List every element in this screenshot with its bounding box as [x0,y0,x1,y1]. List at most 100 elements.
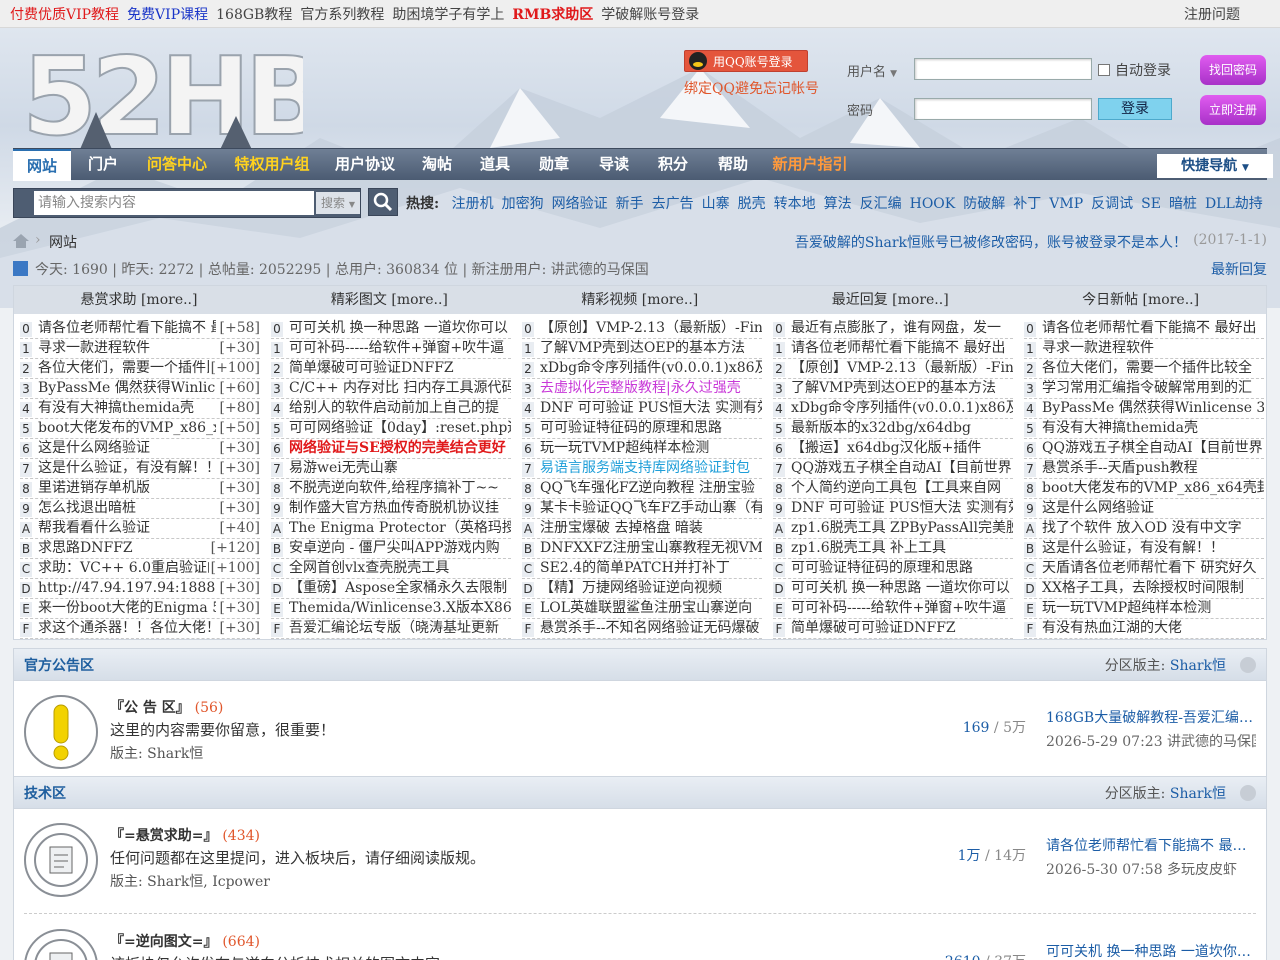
nav-item[interactable]: 淘帖 [409,149,465,180]
search-button[interactable] [368,188,398,216]
hot-search-keyword[interactable]: 反调试 [1091,196,1133,212]
thread-title-link[interactable]: 玩一玩TVMP超纯样本检测 [540,439,709,458]
board-row[interactable]: 9 某卡卡验证QQ飞车FZ手动山寨（有 [522,499,762,519]
board-row[interactable]: D 【重磅】Aspose全家桶永久去限制 [271,579,511,599]
board-row[interactable]: 9 DNF 可可验证 PUS恒大法 实测有效 [773,499,1013,519]
username-input[interactable] [914,58,1092,80]
thread-title-link[interactable]: 易游wei无壳山寨 [289,459,398,478]
thread-title-link[interactable]: 可可关机 换一种思路 一道坎你可以 [791,579,1010,598]
hot-search-keyword[interactable]: HOOK [910,196,956,212]
nav-item[interactable]: 门户 [75,149,131,180]
hot-search-keyword[interactable]: 山寨 [702,196,730,212]
hot-search-keyword[interactable]: 新手 [616,196,644,212]
thread-title-link[interactable]: 制作盛大官方热血传奇脱机协议挂 [289,499,499,518]
board-row[interactable]: 8 不脱壳逆向软件,给程序搞补丁~~ [271,479,511,499]
thread-title-link[interactable]: 有没有大神搞themida壳 [38,399,216,418]
board-row[interactable]: B 安卓逆向 - 僵尸尖叫APP游戏内购 [271,539,511,559]
board-row[interactable]: 0 请各位老师帮忙看下能搞不 最好出 [1024,319,1264,339]
thread-title-link[interactable]: 全网首创vlx查壳脱壳工具 [289,559,449,578]
thread-title-link[interactable]: 里诺进销存单机版 [38,479,216,498]
find-password-button[interactable]: 找回密码 [1200,55,1266,85]
board-row[interactable]: 0 可可关机 换一种思路 一道坎你可以 [271,319,511,339]
top-link[interactable]: 免费VIP课程 [127,4,208,24]
board-row[interactable]: 0 最近有点膨胀了，谁有网盘，发一 [773,319,1013,339]
board-row[interactable]: 1 寻求一款进程软件 [+30] [20,339,260,359]
collapse-icon[interactable] [1240,657,1256,673]
thread-title-link[interactable]: QQ游戏五子棋全自动AI【目前世界 [791,459,1012,478]
thread-title-link[interactable]: 各位大佬们，需要一个插件比 [38,359,216,378]
forum-title[interactable]: 『=悬赏求助=』 [110,828,217,844]
board-row[interactable]: 8 boot大佬发布的VMP_x86_x64壳封 [1024,479,1264,499]
thread-title-link[interactable]: 去虚拟化完整版教程|永久过强壳 [540,379,741,398]
board-row[interactable]: E 来一份boot大佬的Enigma 5.x -[+30] [20,599,260,619]
exclamation-icon[interactable] [24,695,98,769]
thread-title-link[interactable]: 有没有大神搞themida壳 [1042,419,1198,438]
board-row[interactable]: 7 易游wei无壳山寨 [271,459,511,479]
board-row[interactable]: F 有没有热血江湖的大佬 [1024,619,1264,639]
thread-title-link[interactable]: 不脱壳逆向软件,给程序搞补丁~~ [289,479,499,498]
thread-title-link[interactable]: 吾爱汇编论坛专版（晓涛基址更新 [289,619,499,638]
nav-item[interactable]: 导读 [587,149,641,180]
password-input[interactable] [914,98,1092,120]
thread-title-link[interactable]: C/C++ 内存对比 扫内存工具源代码 [289,379,511,398]
thread-title-link[interactable]: 给别人的软件启动前加上自己的提 [289,399,499,418]
board-row[interactable]: A 找了个软件 放入OD 没有中文字 [1024,519,1264,539]
quick-nav-button[interactable]: 快捷导航 ▼ [1157,154,1273,178]
board-row[interactable]: E Themida/Winlicense3.X版本X86/X64 [271,599,511,619]
board-row[interactable]: C SE2.4的简单PATCH并打补丁 [522,559,762,579]
register-help-link[interactable]: 注册问题 [1184,4,1240,24]
forum-moderators[interactable]: 版主: Shark恒, Icpower [110,871,270,891]
board-row[interactable]: F 吾爱汇编论坛专版（晓涛基址更新 [271,619,511,639]
thread-title-link[interactable]: zp1.6脱壳工具 补上工具 [791,539,946,558]
board-row[interactable]: 1 寻求一款进程软件 [1024,339,1264,359]
board-row[interactable]: 7 QQ游戏五子棋全自动AI【目前世界 [773,459,1013,479]
board-row[interactable]: A 帮我看看什么验证 [+40] [20,519,260,539]
board-row[interactable]: 1 请各位老师帮忙看下能搞不 最好出 [773,339,1013,359]
forum-name[interactable]: 『公 告 区』 (56) [110,697,223,717]
thread-title-link[interactable]: 寻求一款进程软件 [38,339,216,358]
thread-title-link[interactable]: 可可验证特征码的原理和思路 [540,419,722,438]
board-row[interactable]: 3 学习常用汇编指令破解常用到的汇 [1024,379,1264,399]
board-row[interactable]: C 可可验证特征码的原理和思路 [773,559,1013,579]
board-row[interactable]: 3 了解VMP壳到达OEP的基本方法 [773,379,1013,399]
thread-title-link[interactable]: 【原创】VMP-2.13（最新版）-Find- [540,319,762,338]
username-label[interactable]: 用户名 ▼ [847,61,897,80]
board-row[interactable]: 7 这是什么验证，有没有解！！ [+30] [20,459,260,479]
thread-title-link[interactable]: 【精】万捷网络验证逆向视频 [540,579,722,598]
nav-item[interactable]: 帮助 [705,149,761,180]
thread-title-link[interactable]: 来一份boot大佬的Enigma 5.x - [38,599,216,618]
hot-search-keyword[interactable]: DLL劫持 [1205,196,1263,212]
thread-title-link[interactable]: 玩一玩TVMP超纯样本检测 [1042,599,1211,618]
thread-title-link[interactable]: 可可关机 换一种思路 一道坎你可以 [289,319,508,338]
top-link[interactable]: 168GB教程 [216,4,292,24]
search-input[interactable]: 请输入搜索内容 [34,191,314,215]
board-row[interactable]: F 简单爆破可可验证DNFFZ [773,619,1013,639]
forum-name[interactable]: 『=逆向图文=』 (664) [110,931,260,951]
thread-title-link[interactable]: 最近有点膨胀了，谁有网盘，发一 [791,319,1001,338]
board-row[interactable]: 2 xDbg命令序列插件(v0.0.0.1)x86及使 [522,359,762,379]
thread-title-link[interactable]: xDbg命令序列插件(v0.0.0.1)x86及使 [791,399,1013,418]
board-row[interactable]: 1 了解VMP壳到达OEP的基本方法 [522,339,762,359]
board-row[interactable]: 2 各位大佬们，需要一个插件比 [+100] [20,359,260,379]
board-row[interactable]: 5 可可网络验证【0day】:reset.php远 [271,419,511,439]
thread-title-link[interactable]: 可可网络验证【0day】:reset.php远 [289,419,511,438]
thread-title-link[interactable]: QQ飞车强化FZ逆向教程 注册宝验 [540,479,755,498]
board-row[interactable]: Azp1.6脱壳工具 ZPByPassAll完美脱壳 [773,519,1013,539]
help-badge-icon[interactable] [24,823,98,897]
register-button[interactable]: 立即注册 [1200,95,1266,125]
hot-search-keyword[interactable]: 防破解 [963,196,1005,212]
section-title[interactable]: 技术区 [24,783,66,803]
thread-title-link[interactable]: http://47.94.197.94:18888/Api? [38,579,216,598]
board-column-header[interactable]: 最近回复 [more..] [765,286,1015,314]
thread-title-link[interactable]: 求这个通杀器！！各位大佬！ [38,619,216,638]
thread-title-link[interactable]: 这是什么验证，有没有解！！ [1042,539,1224,558]
hot-search-keyword[interactable]: 去广告 [652,196,694,212]
thread-title-link[interactable]: SE2.4的简单PATCH并打补丁 [540,559,730,578]
board-row[interactable]: 6 玩一玩TVMP超纯样本检测 [522,439,762,459]
board-row[interactable]: D 【精】万捷网络验证逆向视频 [522,579,762,599]
thread-title-link[interactable]: 【搬运】x64dbg汉化版+插件 [791,439,981,458]
board-row[interactable]: Bzp1.6脱壳工具 补上工具 [773,539,1013,559]
thread-title-link[interactable]: ByPassMe 偶然获得Winlicense 3.x 一 [1042,399,1264,418]
thread-title-link[interactable]: 找了个软件 放入OD 没有中文字 [1042,519,1242,538]
thread-title-link[interactable]: 了解VMP壳到达OEP的基本方法 [791,379,996,398]
